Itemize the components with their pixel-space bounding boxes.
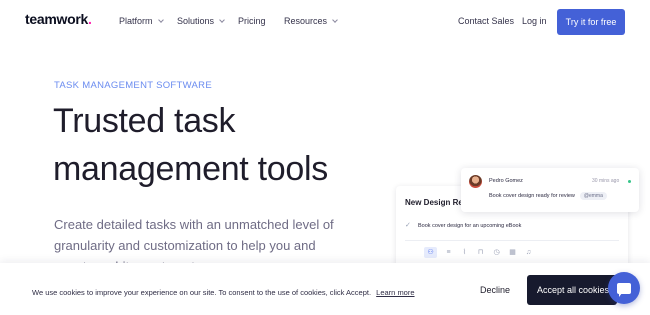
login-link[interactable]: Log in — [522, 16, 547, 26]
chevron-down-icon — [157, 16, 164, 23]
chat-button[interactable] — [608, 272, 640, 304]
paperclip-icon: ⌇ — [462, 249, 467, 256]
decline-button[interactable]: Decline — [480, 285, 510, 295]
learn-more-link[interactable]: Learn more — [376, 288, 414, 297]
mention-badge: @emma — [579, 192, 607, 200]
nav-item-label: Platform — [119, 16, 153, 26]
nav-item-solutions[interactable]: Solutions — [177, 16, 225, 26]
comment-author: Pedro Gomez — [489, 178, 523, 184]
cookie-banner: We use cookies to improve your experienc… — [0, 263, 650, 315]
avatar — [469, 175, 482, 188]
nav-item-label: Resources — [284, 16, 328, 26]
nav-item-platform[interactable]: Platform — [119, 16, 164, 26]
hero-eyebrow: TASK MANAGEMENT SOFTWARE — [54, 80, 212, 91]
list-icon: ≡ — [446, 249, 451, 256]
nav-item-pricing[interactable]: Pricing — [238, 16, 266, 26]
nav-item-label: Pricing — [238, 16, 266, 26]
bell-icon: ♫ — [525, 249, 532, 256]
clock-icon: ◷ — [493, 249, 500, 256]
contact-sales-link[interactable]: Contact Sales — [458, 16, 514, 26]
calendar-icon: ▦ — [509, 249, 516, 256]
comment-time: 30 mins ago — [592, 178, 620, 184]
task-item-label: Book cover design for an upcoming eBook — [418, 222, 522, 229]
nav-item-resources[interactable]: Resources — [284, 16, 338, 26]
accept-cookies-button[interactable]: Accept all cookies — [527, 275, 617, 305]
cookie-message: We use cookies to improve your experienc… — [32, 288, 415, 297]
chevron-down-icon — [332, 16, 338, 23]
check-icon: ✓ — [405, 222, 411, 229]
chevron-down-icon — [219, 16, 225, 23]
user-icon: ⚇ — [424, 247, 437, 258]
task-toolbar: ⚇ ≡ ⌇ ⊓ ◷ ▦ ♫ — [424, 247, 533, 258]
task-item: ✓ Book cover design for an upcoming eBoo… — [405, 222, 521, 229]
headline-line-1: Trusted task — [53, 102, 236, 140]
divider — [405, 240, 619, 241]
chat-icon — [617, 282, 631, 297]
online-status-dot — [628, 180, 631, 183]
task-title: New Design Request — [405, 198, 461, 207]
teamwork-logo[interactable]: teamwork. — [25, 11, 92, 27]
comment-text: Book cover design ready for review @emma — [489, 192, 607, 200]
comment-body: Book cover design ready for review — [489, 193, 575, 199]
try-free-button[interactable]: Try it for free — [557, 9, 625, 35]
top-nav: teamwork. Platform Solutions Pricing Res… — [0, 0, 650, 44]
lock-icon: ⊓ — [477, 249, 484, 256]
nav-item-label: Solutions — [177, 16, 215, 26]
headline-line-2: management tools — [53, 150, 328, 188]
hero-headline: Trusted task management tools — [53, 97, 383, 193]
comment-card-mockup: Pedro Gomez 30 mins ago Book cover desig… — [461, 168, 639, 212]
cookie-text: We use cookies to improve your experienc… — [32, 288, 372, 297]
